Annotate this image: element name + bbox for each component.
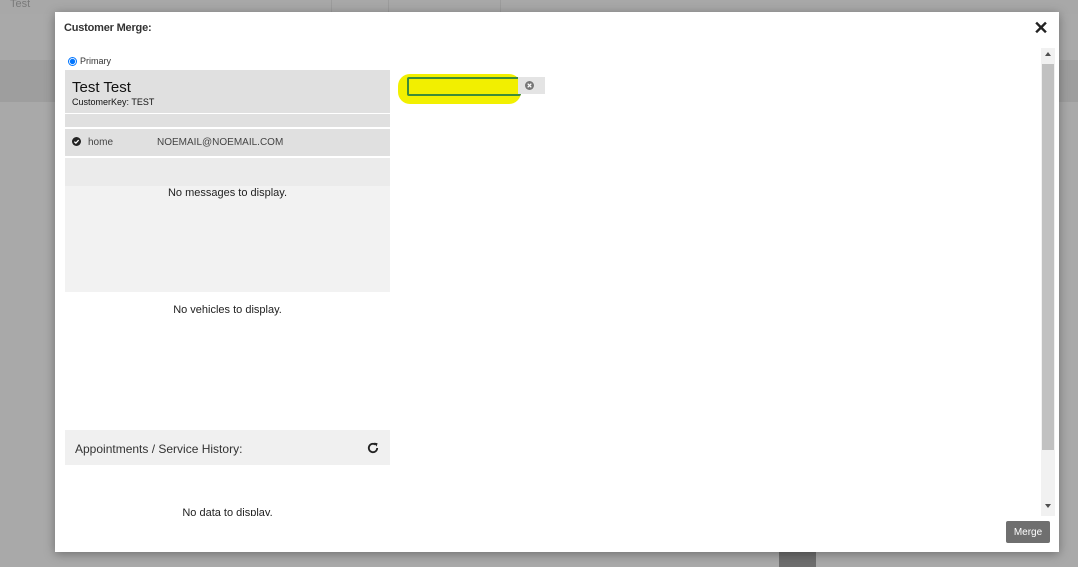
email-address: NOEMAIL@NOEMAIL.COM	[157, 137, 284, 148]
email-row: home NOEMAIL@NOEMAIL.COM	[65, 129, 390, 156]
dialog-body: Primary Test Test CustomerKey: TEST home…	[55, 46, 1041, 516]
check-circle-icon	[72, 137, 81, 146]
primary-radio-label: Primary	[80, 56, 111, 66]
customer-details-spacer	[65, 114, 390, 127]
primary-radio-row[interactable]: Primary	[68, 56, 111, 66]
primary-radio[interactable]	[68, 56, 77, 66]
messages-empty-text: No messages to display.	[167, 187, 288, 199]
customer-header: Test Test CustomerKey: TEST	[65, 70, 390, 113]
customer-key: CustomerKey: TEST	[72, 97, 155, 107]
messages-header	[65, 158, 390, 186]
clear-search-button[interactable]	[518, 77, 545, 94]
customer-merge-dialog: Customer Merge: ✕ Primary Test Test Cust…	[55, 12, 1059, 552]
clear-icon[interactable]	[525, 81, 534, 90]
scroll-down-icon[interactable]	[1041, 500, 1055, 512]
appointments-header-label: Appointments / Service History:	[75, 442, 243, 456]
customer-search-input[interactable]	[407, 77, 521, 96]
customer-name: Test Test	[72, 79, 131, 96]
vehicles-empty-text: No vehicles to display.	[173, 304, 282, 316]
scroll-up-icon[interactable]	[1041, 48, 1055, 60]
close-icon[interactable]: ✕	[1032, 19, 1050, 37]
messages-panel	[65, 186, 390, 292]
scrollbar-thumb[interactable]	[1042, 64, 1054, 450]
background-block	[779, 552, 816, 567]
appointments-header: Appointments / Service History:	[65, 430, 390, 465]
email-type: home	[88, 137, 114, 148]
background-tab-label: Test	[10, 0, 31, 10]
history-empty-text: No data to display.	[182, 507, 273, 516]
vertical-scrollbar[interactable]	[1041, 48, 1055, 516]
merge-button[interactable]: Merge	[1006, 521, 1050, 543]
dialog-title: Customer Merge:	[64, 22, 152, 34]
refresh-icon[interactable]	[366, 441, 380, 455]
